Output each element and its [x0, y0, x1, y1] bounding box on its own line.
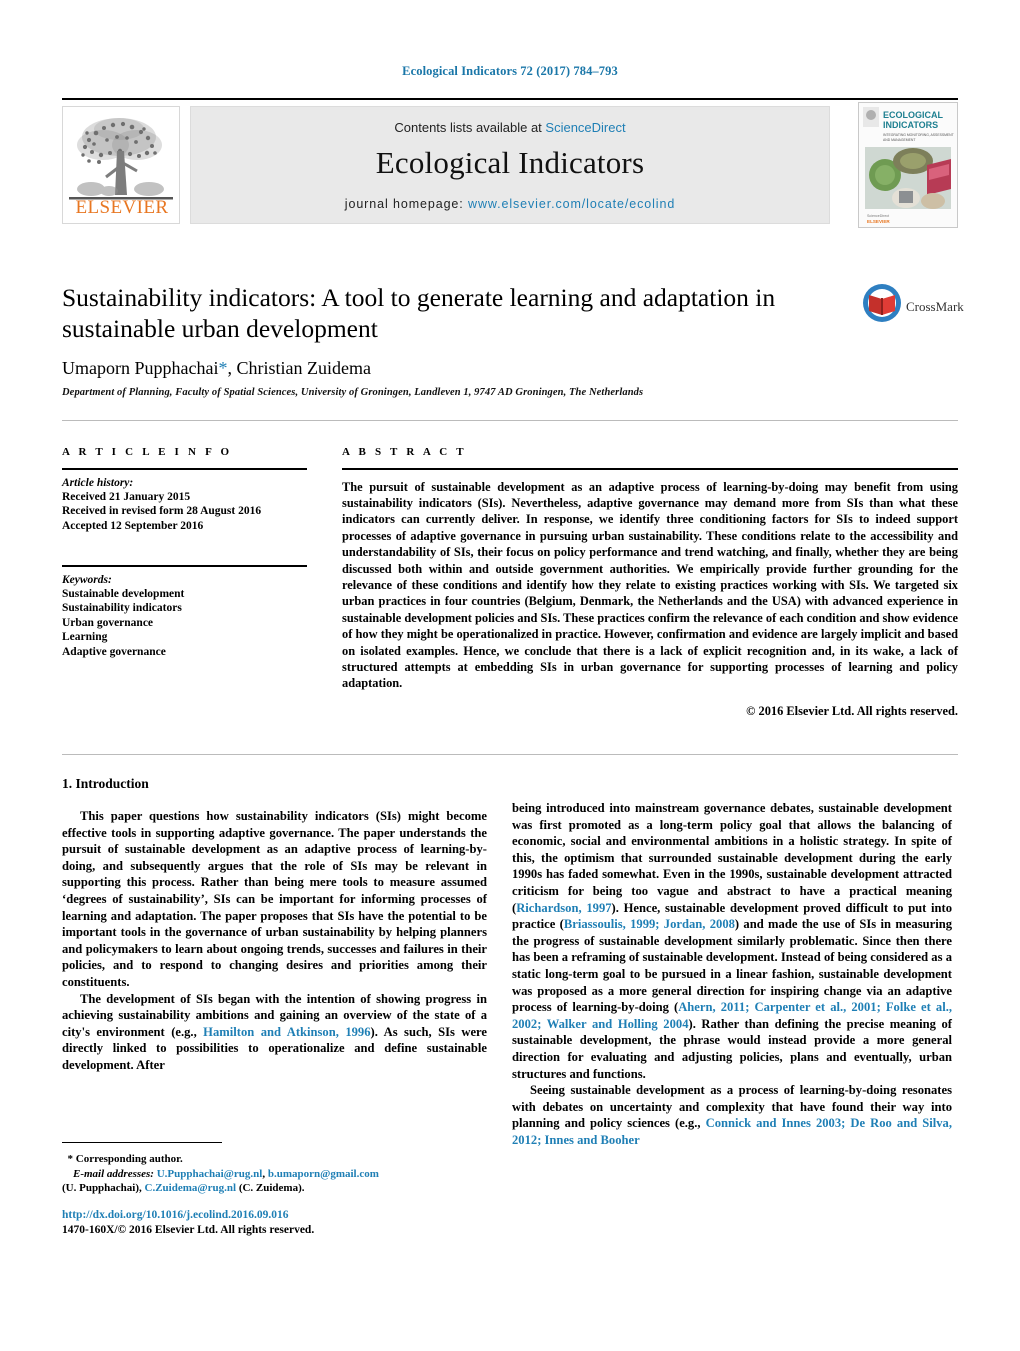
citation-link[interactable]: Hamilton and Atkinson, 1996	[203, 1025, 370, 1039]
svg-text:AND MANAGEMENT: AND MANAGEMENT	[883, 138, 915, 142]
keyword-item: Urban governance	[62, 616, 154, 629]
running-head: Ecological Indicators 72 (2017) 784–793	[402, 64, 618, 78]
abstract-rule	[342, 468, 958, 470]
email-affiliation-note: (U. Pupphachai), C.Zuidema@rug.nl (C. Zu…	[62, 1181, 492, 1196]
title-block: Sustainability indicators: A tool to gen…	[62, 282, 852, 398]
contents-prefix: Contents lists available at	[394, 120, 546, 135]
journal-title: Ecological Indicators	[375, 145, 645, 180]
body-column-left: 1. Introduction This paper questions how…	[62, 776, 487, 1074]
body-paragraph: being introduced into mainstream governa…	[512, 800, 952, 1082]
article-history-label: Article history:	[62, 476, 134, 489]
svg-text:ELSEVIER: ELSEVIER	[867, 219, 890, 224]
article-history-item: Received 21 January 2015	[62, 490, 191, 503]
elsevier-wordmark: ELSEVIER	[75, 197, 169, 218]
author-name-2: Christian Zuidema	[236, 358, 371, 378]
doi-block: http://dx.doi.org/10.1016/j.ecolind.2016…	[62, 1208, 492, 1238]
left-paragraphs: This paper questions how sustainability …	[62, 808, 487, 1074]
body-paragraph: The development of SIs began with the in…	[62, 991, 487, 1074]
abstract-column: A B S T R A C T The pursuit of sustainab…	[342, 446, 958, 719]
sciencedirect-link[interactable]: ScienceDirect	[545, 120, 625, 135]
title-separator-rule	[62, 420, 958, 421]
journal-homepage-line: journal homepage: www.elsevier.com/locat…	[191, 197, 829, 211]
elsevier-logo: ELSEVIER	[62, 106, 180, 224]
right-paragraphs: being introduced into mainstream governa…	[512, 800, 952, 1148]
article-info-heading: A R T I C L E I N F O	[62, 446, 233, 458]
citation-link[interactable]: Briassoulis, 1999; Jordan, 2008	[564, 917, 735, 931]
keyword-item: Sustainability indicators	[62, 602, 182, 614]
affiliation: Department of Planning, Faculty of Spati…	[62, 387, 644, 398]
crossmark-badge[interactable]: CrossMark	[862, 283, 964, 335]
keyword-item: Adaptive governance	[62, 645, 166, 658]
article-page: Ecological Indicators 72 (2017) 784–793	[0, 0, 1020, 1351]
doi-link[interactable]: http://dx.doi.org/10.1016/j.ecolind.2016…	[62, 1208, 492, 1223]
email-link-1[interactable]: U.Pupphachai@rug.nl	[157, 1168, 263, 1180]
issn-copyright-line: 1470-160X/© 2016 Elsevier Ltd. All right…	[62, 1224, 315, 1236]
svg-text:ECOLOGICAL: ECOLOGICAL	[883, 110, 944, 120]
email-label: E-mail addresses:	[73, 1167, 154, 1180]
article-info-rule	[62, 468, 307, 470]
abstract-copyright: © 2016 Elsevier Ltd. All rights reserved…	[746, 703, 958, 718]
journal-masthead: ELSEVIER Contents lists available at Sci…	[62, 98, 958, 230]
masthead-center-panel: Contents lists available at ScienceDirec…	[190, 106, 830, 224]
email-note: E-mail addresses: U.Pupphachai@rug.nl, b…	[62, 1167, 492, 1182]
body-column-right: being introduced into mainstream governa…	[512, 800, 952, 1148]
keyword-item: Learning	[62, 631, 108, 643]
crossmark-icon	[863, 284, 901, 322]
author-list: Umaporn Pupphachai*, Christian Zuidema	[62, 358, 852, 379]
footnote-block: * Corresponding author. E-mail addresses…	[62, 1152, 492, 1196]
article-history-item: Accepted 12 September 2016	[62, 519, 204, 532]
keywords-rule	[62, 565, 307, 567]
body-paragraph: Seeing sustainable development as a proc…	[512, 1082, 952, 1148]
keywords-label: Keywords:	[62, 573, 112, 586]
page-title: Sustainability indicators: A tool to gen…	[62, 283, 776, 343]
citation-link[interactable]: Richardson, 1997	[516, 901, 611, 915]
contents-available-line: Contents lists available at ScienceDirec…	[191, 120, 829, 135]
body-paragraph: This paper questions how sustainability …	[62, 808, 487, 991]
section-heading-introduction: 1. Introduction	[62, 776, 149, 791]
author-name-1: Umaporn Pupphachai	[62, 358, 219, 378]
corresponding-marker: *	[67, 1153, 74, 1165]
email-link-3[interactable]: C.Zuidema@rug.nl	[145, 1182, 237, 1194]
paragraph-text: being introduced into mainstream governa…	[512, 801, 952, 915]
abstract-heading: A B S T R A C T	[342, 446, 467, 458]
email-link-2[interactable]: b.umaporn@gmail.com	[268, 1168, 379, 1180]
crossmark-label: CrossMark	[906, 299, 964, 314]
homepage-prefix: journal homepage:	[344, 197, 469, 211]
keyword-item: Sustainable development	[62, 587, 185, 600]
footnote-rule	[62, 1142, 222, 1143]
article-info-column: A R T I C L E I N F O Article history: R…	[62, 446, 307, 659]
paragraph-text: This paper questions how sustainability …	[62, 809, 487, 989]
email-affiliation-1: (U. Pupphachai),	[62, 1182, 145, 1194]
homepage-url-link[interactable]: www.elsevier.com/locate/ecolind	[468, 197, 675, 211]
journal-cover-thumbnail: ECOLOGICAL INDICATORS INTEGRATING MONITO…	[858, 102, 958, 228]
abstract-text: The pursuit of sustainable development a…	[342, 479, 958, 691]
abstract-bottom-rule	[62, 754, 958, 755]
corresponding-label: Corresponding author.	[75, 1153, 183, 1165]
corresponding-author-note: * Corresponding author.	[62, 1152, 492, 1167]
svg-text:ScienceDirect: ScienceDirect	[867, 214, 889, 218]
email-affiliation-2: (C. Zuidema).	[236, 1182, 305, 1194]
svg-text:INDICATORS: INDICATORS	[883, 120, 938, 130]
article-history-item: Received in revised form 28 August 2016	[62, 505, 262, 517]
cover-artwork-icon: ECOLOGICAL INDICATORS INTEGRATING MONITO…	[859, 103, 957, 227]
svg-text:INTEGRATING MONITORING, ASSESS: INTEGRATING MONITORING, ASSESSMENT	[883, 133, 954, 137]
masthead-top-rule	[62, 98, 958, 100]
